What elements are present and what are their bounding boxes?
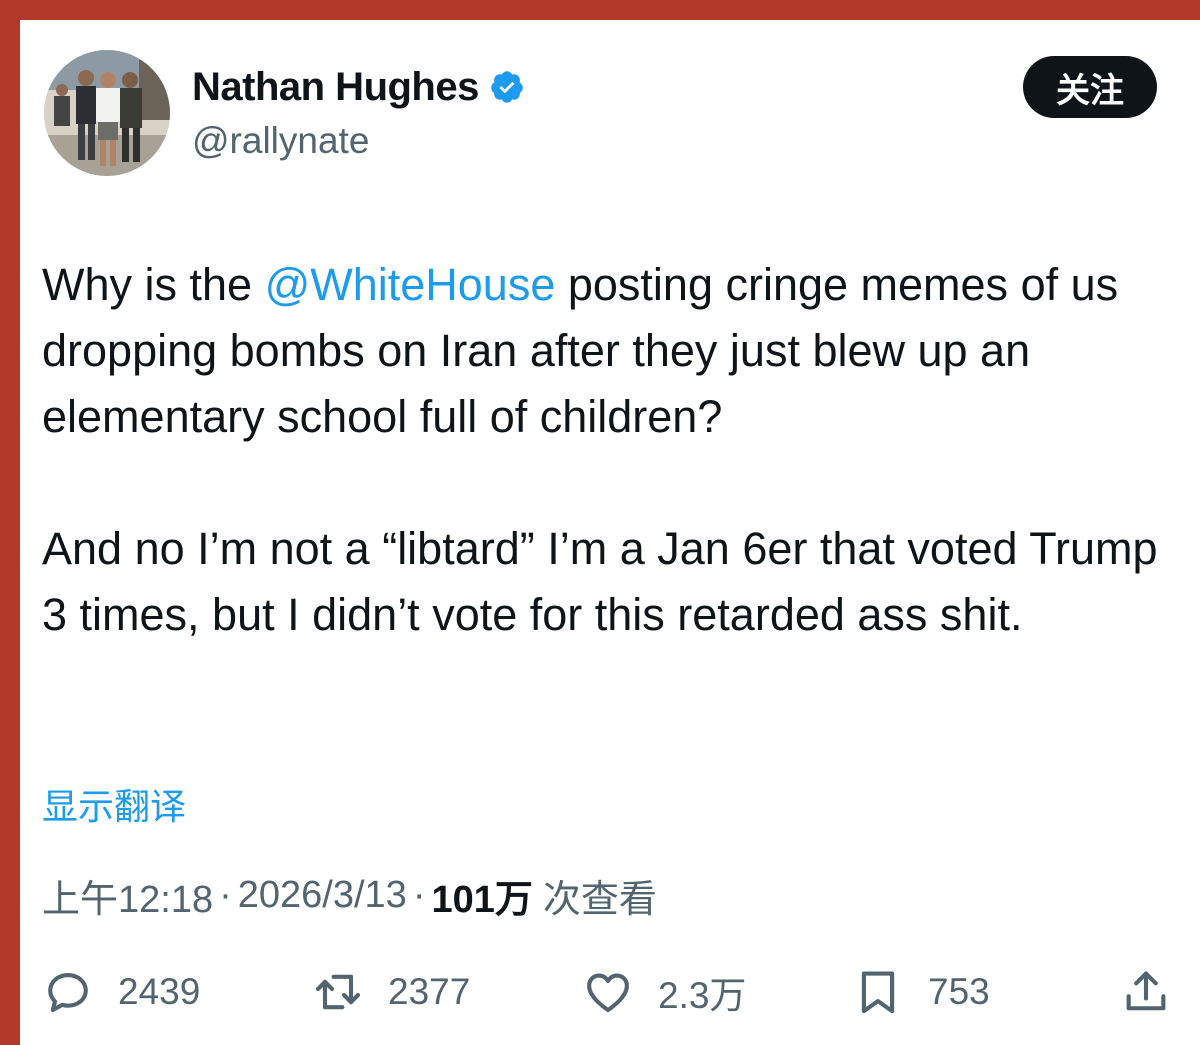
mention-link[interactable]: @WhiteHouse <box>265 259 556 310</box>
reply-button[interactable]: 2439 <box>42 960 200 1024</box>
meta-separator: · <box>412 874 426 916</box>
user-handle[interactable]: @rallynate <box>192 120 369 162</box>
reply-count: 2439 <box>118 971 201 1012</box>
tweet-card: Nathan Hughes @rallynate 关注 Why is the @… <box>20 20 1200 1045</box>
heart-icon <box>587 973 629 1013</box>
bookmark-icon <box>861 971 895 1014</box>
like-count: 2.3万 <box>658 975 747 1016</box>
avatar[interactable] <box>44 50 170 176</box>
tweet-paragraph-2: And no I’m not a “libtard” I’m a Jan 6er… <box>42 523 1158 640</box>
share-icon <box>1126 971 1166 1011</box>
meta-separator: · <box>219 874 232 916</box>
views-label: 次查看 <box>542 879 657 921</box>
repost-count: 2377 <box>388 971 471 1012</box>
tweet-time[interactable]: 上午12:18 <box>42 868 213 923</box>
screenshot-frame: Nathan Hughes @rallynate 关注 Why is the @… <box>0 0 1200 1045</box>
author-name-row: Nathan Hughes <box>192 62 525 112</box>
verified-badge-icon <box>489 69 525 105</box>
views-count: 101万 <box>431 879 533 921</box>
avatar-photo <box>44 50 170 176</box>
bookmark-count: 753 <box>928 971 990 1012</box>
bookmark-button[interactable]: 753 <box>852 960 990 1024</box>
tweet-paragraph-1: Why is the @WhiteHouse posting cringe me… <box>42 252 1182 450</box>
action-bar: 2439 2377 2.3万 753 <box>20 960 1200 1024</box>
tweet-text: Why is the @WhiteHouse posting cringe me… <box>42 252 1182 648</box>
like-button[interactable]: 2.3万 <box>582 960 746 1024</box>
repost-icon <box>316 974 360 1010</box>
follow-button[interactable]: 关注 <box>1023 56 1157 118</box>
tweet-date[interactable]: 2026/3/13 <box>238 874 407 917</box>
tweet-text-segment: Why is the <box>42 259 265 310</box>
tweet-meta: 上午12:18 · 2026/3/13 · 101万 次查看 <box>42 868 657 923</box>
display-name[interactable]: Nathan Hughes <box>192 65 479 110</box>
reply-icon <box>48 973 88 1013</box>
repost-button[interactable]: 2377 <box>312 960 470 1024</box>
share-button[interactable] <box>1120 960 1172 1024</box>
show-translation-link[interactable]: 显示翻译 <box>42 778 186 830</box>
